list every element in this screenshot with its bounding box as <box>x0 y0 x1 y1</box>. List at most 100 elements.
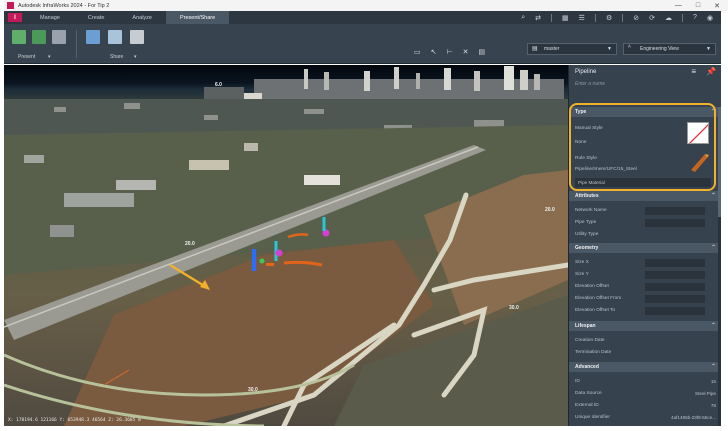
share-link-icon[interactable]: ⇄ <box>535 14 541 22</box>
section-geometry-label: Geometry <box>575 245 599 251</box>
select-pointer-icon[interactable]: ↖ <box>431 48 437 56</box>
tools-icon[interactable]: ✕ <box>463 48 469 56</box>
storyboard-icon[interactable] <box>12 30 26 44</box>
section-attributes[interactable]: Attributes ⌃ <box>569 191 721 201</box>
section-lifespan-label: Lifespan <box>575 323 596 329</box>
elevation-offset-from-row: Elevation Offset From <box>569 293 721 304</box>
chevron-up-icon[interactable]: ⌃ <box>711 244 716 251</box>
settings-gear-icon[interactable]: ⚙ <box>606 14 612 22</box>
network-name-row: Network Name <box>569 205 721 216</box>
pipe-type-label: Pipe Type <box>575 220 597 225</box>
manual-style-value: None <box>575 140 587 145</box>
proposal-dropdown-value: master <box>544 46 560 52</box>
cloud-icon[interactable]: ☁ <box>665 14 672 22</box>
pipe-type-row: Pipe Type <box>569 217 721 228</box>
network-name-field[interactable] <box>645 206 705 215</box>
view-mode-icon: ᴬ <box>628 45 631 51</box>
present-group-label: Present <box>18 54 36 60</box>
proposal-dropdown[interactable]: ▤ master ▼ <box>527 43 617 55</box>
external-id-value: 78 <box>710 403 716 408</box>
measure-icon[interactable]: ⊢ <box>447 48 453 56</box>
infraworks-logo-icon <box>7 2 14 9</box>
unique-identifier-value: 4af1485b-23f8-55ce... <box>671 415 716 420</box>
manual-style-swatch[interactable] <box>687 122 709 144</box>
size-y-label: Size Y <box>575 272 589 277</box>
size-y-row: Size Y <box>569 269 721 280</box>
share-group-label: Share <box>110 54 124 60</box>
view-mode-dropdown-value: Engineering View <box>640 46 679 52</box>
no-entry-icon[interactable]: ⊘ <box>633 14 639 22</box>
view-mode-dropdown[interactable]: ᴬ Engineering View ▼ <box>623 43 716 55</box>
size-x-field[interactable] <box>645 258 705 267</box>
tab-create[interactable]: Create <box>74 11 119 24</box>
panel-header-icons: ≡ 📌 <box>691 67 716 76</box>
section-advanced-label: Advanced <box>575 364 599 370</box>
tab-present-share[interactable]: Present/Share <box>165 11 230 24</box>
layers-icon[interactable]: ▤ <box>478 48 485 56</box>
elevation-offset-label: Elevation Offset <box>575 284 609 289</box>
app-menu-button[interactable]: I <box>8 13 22 22</box>
panel-scrollbar[interactable] <box>718 107 721 426</box>
tab-analyze[interactable]: Analyze <box>118 11 166 24</box>
close-button[interactable]: ✕ <box>714 2 720 10</box>
tasks-icon[interactable]: ☰ <box>579 14 585 22</box>
elevation-label-top: 6.0 <box>215 82 222 88</box>
rule-style-cone-swatch[interactable] <box>687 150 709 172</box>
chevron-up-icon[interactable]: ⌃ <box>711 192 716 199</box>
slideshow-icon[interactable] <box>52 30 66 44</box>
proposal-icon: ▤ <box>532 46 538 52</box>
pipe-cone-icon <box>691 154 709 172</box>
utility-type-row: Utility Type <box>569 229 721 240</box>
chevron-up-icon[interactable]: ⌃ <box>711 363 716 370</box>
toolbar-separator <box>594 13 596 22</box>
elevation-label-left: 20.0 <box>185 241 195 247</box>
menu-icon[interactable]: ≡ <box>691 67 696 76</box>
3d-viewport[interactable]: 6.0 20.0 20.0 30.0 30.0 X: 178194.6 1211… <box>4 65 568 426</box>
elevation-offset-to-field[interactable] <box>645 306 705 315</box>
pipe-material-field[interactable]: Pipe Material <box>575 178 711 187</box>
toolbar-separator <box>622 13 624 22</box>
elevation-offset-from-field[interactable] <box>645 294 705 303</box>
view-tools: ▭ ↖ ⊢ ✕ ▤ <box>414 45 485 59</box>
scenario-browser-icon[interactable] <box>32 30 46 44</box>
publish-icon[interactable] <box>86 30 100 44</box>
section-lifespan[interactable]: Lifespan ⌃ <box>569 321 721 331</box>
help-icon[interactable]: ? <box>693 14 697 21</box>
view-display-icon[interactable]: ▭ <box>414 48 421 56</box>
external-id-row: External ID 78 <box>569 400 721 411</box>
rule-style-value: Pipeline/Imem/UFC/15_Steel <box>575 167 637 172</box>
user-account-icon[interactable]: ◉ <box>707 14 713 22</box>
chevron-down-icon[interactable]: ▾ <box>134 54 137 60</box>
sync-icon[interactable]: ⟳ <box>649 14 655 22</box>
pipe-type-field[interactable] <box>645 218 705 227</box>
utility-type-label: Utility Type <box>575 232 599 237</box>
chevron-down-icon[interactable]: ▾ <box>48 54 51 60</box>
chevron-up-icon[interactable]: ⌃ <box>711 108 716 115</box>
export-image-icon[interactable] <box>108 30 122 44</box>
section-advanced[interactable]: Advanced ⌃ <box>569 362 721 372</box>
tab-manage[interactable]: Manage <box>26 11 74 24</box>
chevron-up-icon[interactable]: ⌃ <box>711 322 716 329</box>
size-x-label: Size X <box>575 260 589 265</box>
network-name-label: Network Name <box>575 208 607 213</box>
scrollbar-thumb[interactable] <box>718 107 721 217</box>
size-y-field[interactable] <box>645 270 705 279</box>
elevation-offset-field[interactable] <box>645 282 705 291</box>
search-icon[interactable]: ⌕ <box>521 14 525 22</box>
grid-panel-icon[interactable]: ▦ <box>562 14 569 22</box>
present-group: Present ▾ <box>8 28 68 62</box>
panel-header: Pipeline ≡ 📌 <box>569 65 721 79</box>
data-source-row: Data Source Steel Pipe <box>569 388 721 399</box>
section-geometry[interactable]: Geometry ⌃ <box>569 243 721 253</box>
window-title: Autodesk InfraWorks 2024 - For Tip 2 <box>18 2 110 9</box>
maximize-button[interactable]: □ <box>696 2 700 9</box>
ribbon-tab-bar: I Manage Create Analyze Present/Share ⌕ … <box>4 11 721 24</box>
manual-style-label: Manual Style <box>575 126 603 131</box>
minimize-button[interactable]: — <box>675 2 682 9</box>
section-type[interactable]: Type ⌃ <box>569 107 721 117</box>
termination-date-row: Termination Date <box>569 347 721 358</box>
window-controls: — □ ✕ <box>675 0 720 11</box>
pin-icon[interactable]: 📌 <box>706 67 716 76</box>
export-model-icon[interactable] <box>130 30 144 44</box>
name-input[interactable]: Enter a name <box>575 81 605 87</box>
